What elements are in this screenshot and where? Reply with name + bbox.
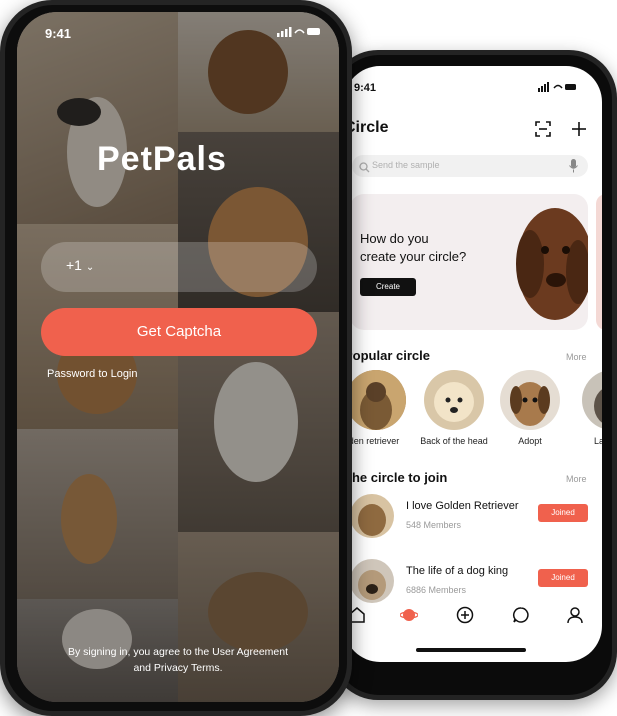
circle-screen: 9:41 Circle Send the sample How do you cr… — [344, 66, 602, 662]
get-captcha-button[interactable]: Get Captcha — [41, 308, 317, 356]
agreement-line-2: and Privacy Terms. — [133, 662, 223, 674]
status-time: 9:41 — [354, 82, 377, 94]
photo-overlay — [17, 12, 339, 702]
popular-more-link[interactable]: More — [566, 352, 587, 362]
country-code-value: +1 — [66, 257, 82, 273]
chevron-down-icon: ⌄ — [85, 262, 95, 273]
dog-photo — [500, 194, 588, 330]
popular-circle-adopt[interactable] — [500, 370, 560, 430]
search-icon — [359, 160, 370, 178]
country-code-selector[interactable]: +1 ⌄ — [66, 257, 94, 273]
next-banner-peek — [596, 194, 602, 330]
list-item[interactable]: The life of a dog king 6886 Members Join… — [350, 559, 594, 609]
password-login-link[interactable]: Password to Login — [47, 368, 138, 380]
agreement-text: By signing in, you agree to the User Agr… — [47, 644, 309, 676]
chat-icon[interactable] — [512, 606, 530, 624]
join-heading: The circle to join — [344, 470, 448, 485]
scan-icon[interactable] — [534, 120, 552, 138]
popular-circle-back-of-head[interactable] — [424, 370, 484, 430]
banner-title-line2: create your circle? — [360, 249, 467, 264]
create-button[interactable]: Create — [360, 278, 416, 296]
agreement-line-1: By signing in, you agree to the User Agr… — [67, 646, 289, 658]
plus-circle-icon[interactable] — [456, 606, 474, 624]
app-logo: PetPals — [97, 140, 227, 178]
join-more-link[interactable]: More — [566, 474, 587, 484]
status-icons — [538, 82, 578, 94]
microphone-icon[interactable] — [569, 159, 578, 178]
phone-number-field[interactable]: +1 ⌄ — [41, 242, 317, 292]
status-icons — [277, 26, 321, 40]
status-time: 9:41 — [45, 26, 72, 41]
avatar — [350, 494, 394, 538]
member-count: 548 Members — [406, 520, 462, 530]
popular-circle-labrador[interactable] — [582, 370, 602, 430]
search-placeholder: Send the sample — [372, 160, 440, 170]
member-count: 6886 Members — [406, 585, 467, 595]
add-icon[interactable] — [570, 120, 588, 138]
popular-label-labrador: Labrador — [593, 436, 602, 446]
joined-button[interactable]: Joined — [538, 504, 588, 522]
home-indicator — [416, 648, 526, 652]
joined-button[interactable]: Joined — [538, 569, 588, 587]
popular-heading: Popular circle — [344, 348, 430, 363]
circle-name: I love Golden Retriever — [406, 500, 519, 512]
popular-circle-golden-retriever[interactable] — [346, 370, 406, 430]
create-circle-banner: How do you create your circle? Create — [350, 194, 588, 330]
popular-label-golden-retriever: Golden retriever — [344, 436, 400, 446]
profile-icon[interactable] — [566, 606, 584, 624]
login-screen: 9:41 PetPals +1 ⌄ Get Captcha Password t… — [17, 12, 339, 702]
banner-title-line1: How do you — [360, 231, 429, 246]
avatar — [350, 559, 394, 603]
tab-bar — [344, 606, 602, 636]
search-input[interactable]: Send the sample — [352, 155, 588, 177]
planet-icon[interactable] — [399, 606, 419, 624]
list-item[interactable]: I love Golden Retriever 548 Members Join… — [350, 494, 594, 544]
circle-name: The life of a dog king — [406, 565, 509, 577]
popular-label-adopt: Adopt — [518, 436, 542, 446]
